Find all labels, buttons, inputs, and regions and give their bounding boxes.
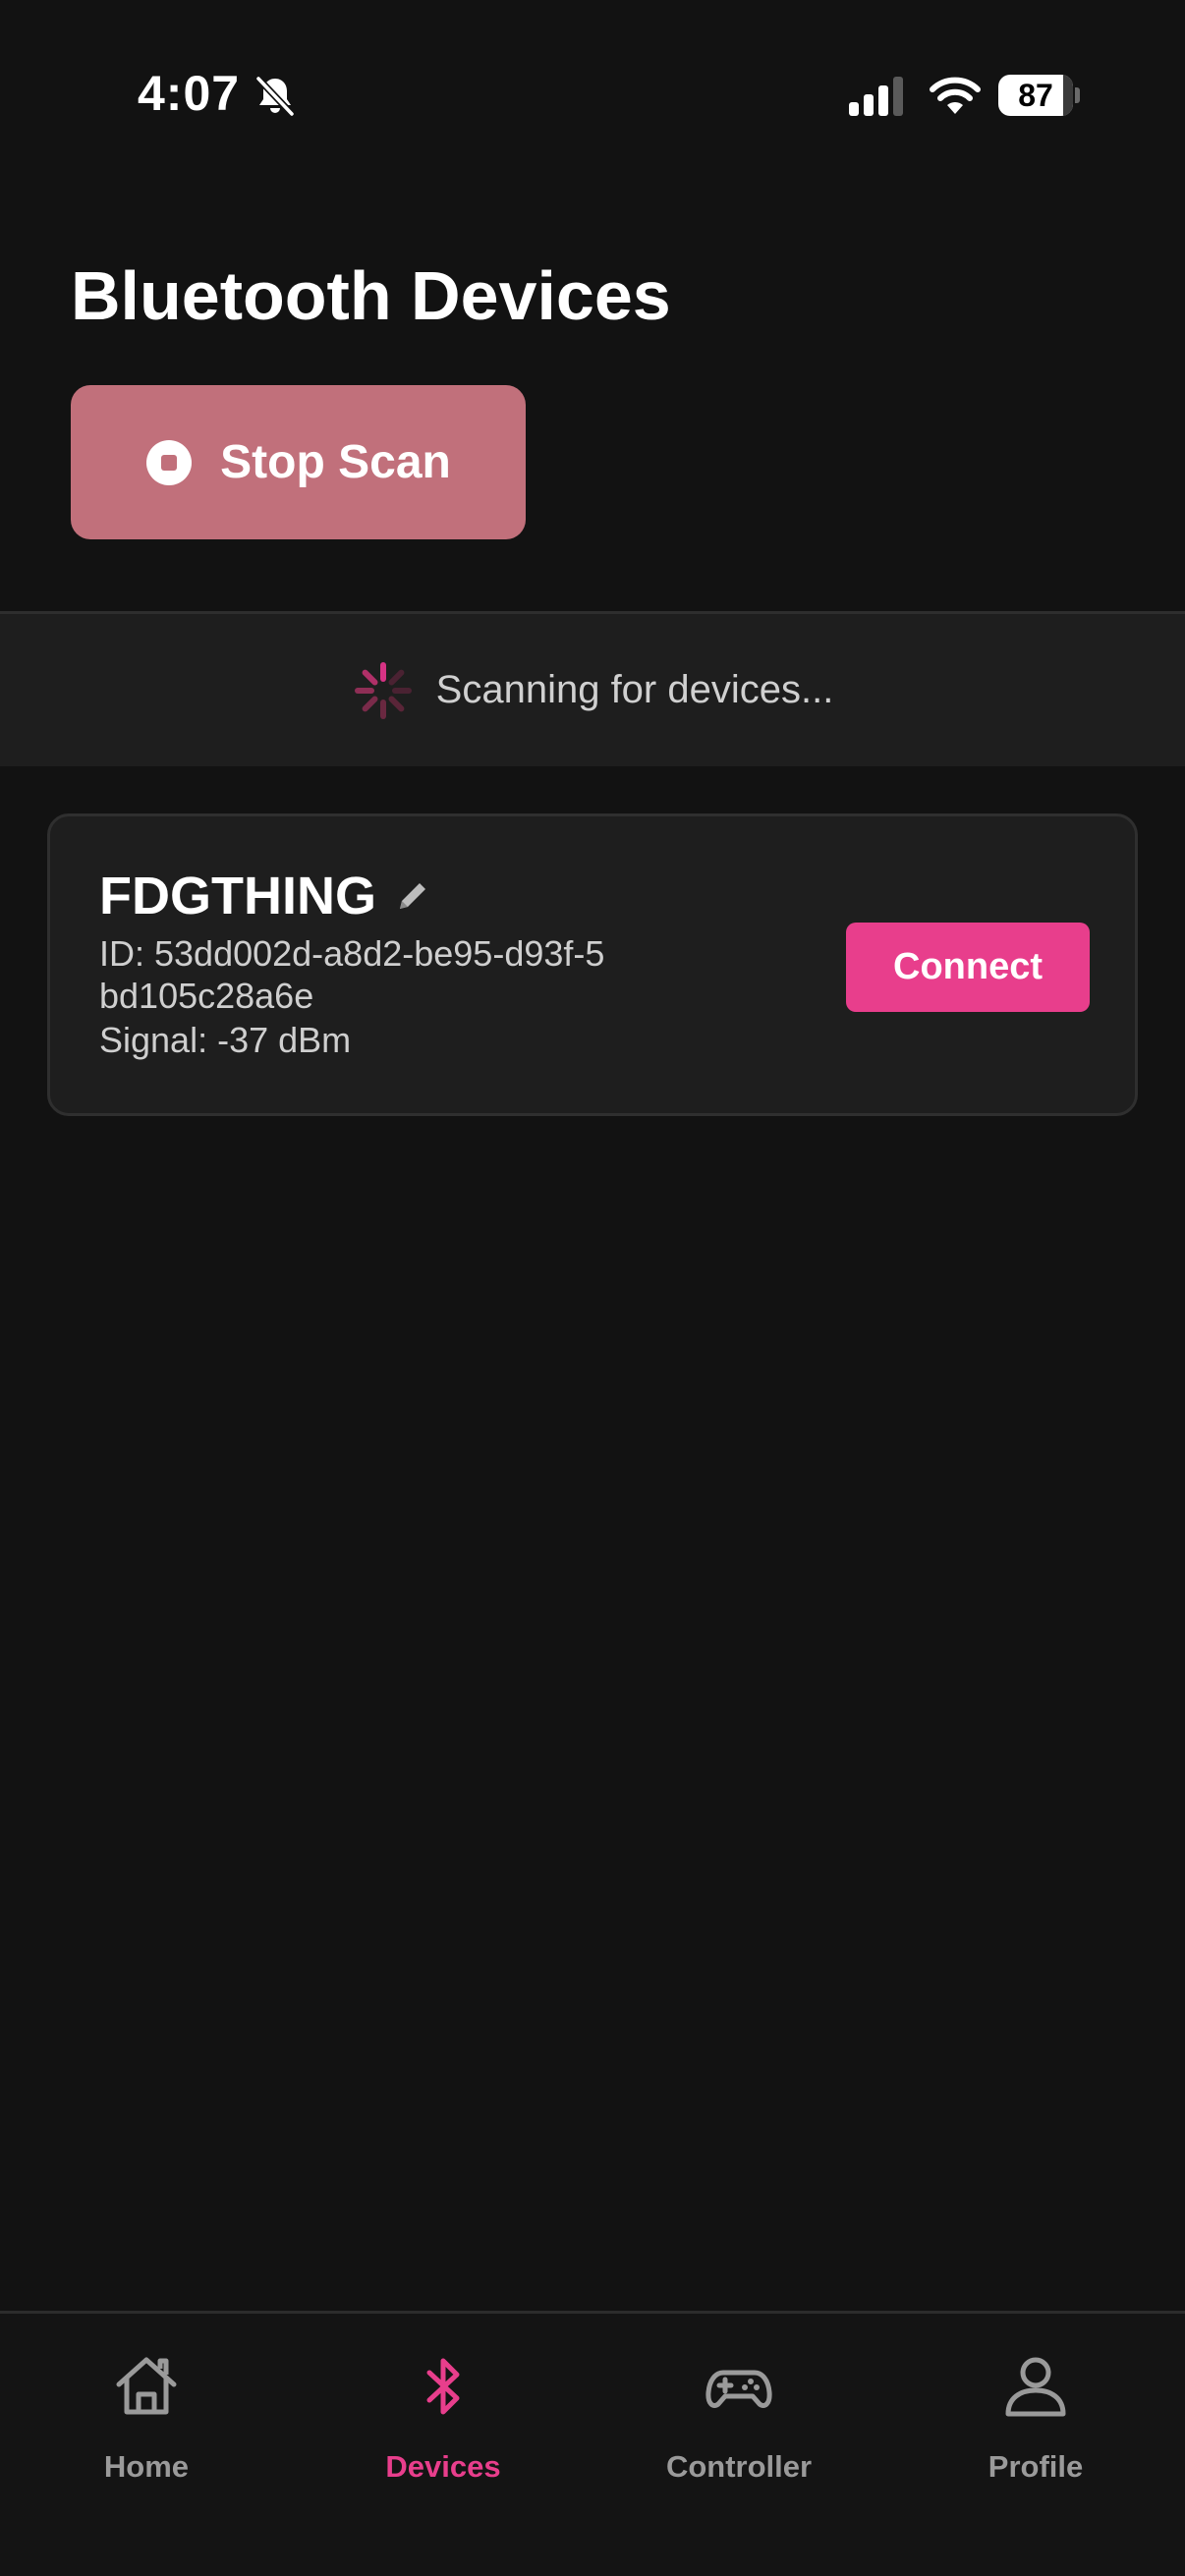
device-name: FDGTHING: [99, 867, 376, 925]
status-bar: 4:07 87: [0, 0, 1185, 147]
wifi-icon: [930, 77, 981, 114]
device-signal-strength: Signal: -37 dBm: [99, 1020, 352, 1060]
tab-controller-label: Controller: [665, 2449, 813, 2484]
battery-cap: [1075, 87, 1080, 103]
connect-button[interactable]: Connect: [846, 923, 1090, 1012]
device-id: ID: 53dd002d-a8d2-be95-d93f-5bd105c28a6e: [99, 933, 605, 1016]
tab-controller[interactable]: Controller: [621, 2343, 857, 2500]
stop-scan-label: Stop Scan: [220, 436, 451, 488]
gamepad-icon: [705, 2370, 772, 2408]
user-icon: [1005, 2357, 1066, 2417]
pencil-icon[interactable]: [392, 875, 433, 917]
cellular-signal-icon: [849, 77, 903, 116]
spinner-icon: [354, 661, 412, 719]
stop-scan-button[interactable]: Stop Scan: [71, 385, 526, 539]
battery-level: 87: [1018, 78, 1053, 113]
bell-slash-icon: [254, 75, 296, 118]
device-name-row: FDGTHING: [99, 866, 433, 926]
tab-devices-label: Devices: [385, 2449, 501, 2484]
tab-profile-label: Profile: [988, 2449, 1084, 2484]
scanning-status-text: Scanning for devices...: [435, 668, 834, 711]
bottom-tab-bar: Home Devices Controller Profile: [0, 2311, 1185, 2576]
tab-home-label: Home: [103, 2449, 190, 2484]
stop-circle-icon: [146, 439, 193, 485]
tab-profile[interactable]: Profile: [918, 2343, 1154, 2500]
device-card: FDGTHING ID: 53dd002d-a8d2-be95-d93f-5bd…: [47, 813, 1138, 1116]
battery-icon: 87: [998, 75, 1081, 116]
tab-devices[interactable]: Devices: [325, 2343, 561, 2500]
scanning-status-banner: Scanning for devices...: [0, 611, 1185, 766]
home-icon: [116, 2357, 177, 2415]
bluetooth-icon: [426, 2358, 460, 2415]
status-time: 4:07: [138, 66, 241, 121]
battery-body: 87: [998, 75, 1073, 116]
page-title: Bluetooth Devices: [71, 257, 671, 334]
tab-home[interactable]: Home: [28, 2343, 264, 2500]
